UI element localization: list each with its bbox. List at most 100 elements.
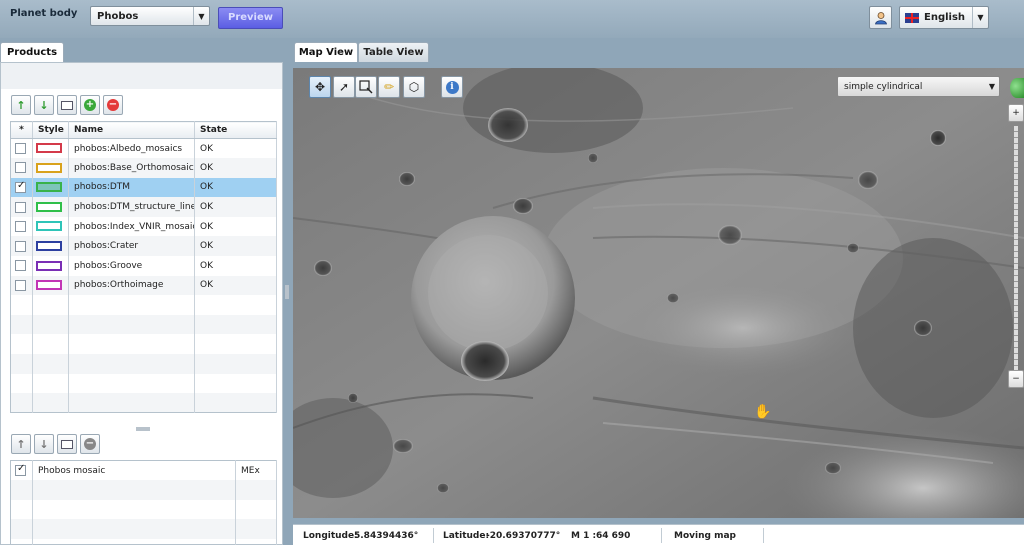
basemap-table: Phobos mosaicMEx <box>10 460 277 545</box>
zoom-track[interactable] <box>1014 126 1018 372</box>
uk-flag-icon <box>905 13 919 23</box>
planet-body-value: Phobos <box>97 11 139 22</box>
layer-style-cell <box>32 334 69 355</box>
layer-style-swatch[interactable] <box>36 280 62 291</box>
layer-style-swatch[interactable] <box>36 241 62 252</box>
zoom-box-tool-button[interactable] <box>355 76 377 98</box>
basemap-row[interactable] <box>10 538 277 545</box>
projection-select[interactable]: simple cylindrical ▼ <box>837 76 1000 97</box>
layer-state: OK <box>194 256 277 276</box>
basemap-checkbox-cell <box>10 480 33 500</box>
layer-checkbox[interactable] <box>15 162 26 174</box>
latitude-value: -20.69370777° <box>486 531 561 541</box>
add-icon: + <box>84 99 96 111</box>
layers-table-header: * Style Name State <box>10 121 277 139</box>
vertical-splitter-handle[interactable] <box>285 285 289 299</box>
layer-row[interactable] <box>10 393 277 413</box>
basemap-name: Phobos mosaic <box>32 460 236 481</box>
layer-checkbox-cell <box>10 197 33 217</box>
pan-tool-button[interactable]: ✥ <box>309 76 331 98</box>
basemap-comment-button[interactable] <box>57 434 77 454</box>
chevron-down-icon: ▼ <box>988 82 996 91</box>
layer-checkbox[interactable] <box>15 143 26 155</box>
tab-products[interactable]: Products <box>0 42 64 63</box>
layer-row[interactable]: phobos:Groove OK <box>10 256 277 276</box>
globe-icon[interactable] <box>1010 78 1024 98</box>
user-button[interactable] <box>869 6 892 29</box>
add-layer-button[interactable]: + <box>80 95 100 115</box>
basemap-checkbox-cell <box>10 538 33 545</box>
basemap-checkbox-cell <box>10 499 33 520</box>
layer-style-cell <box>32 314 69 335</box>
draw-line-tool-button[interactable]: ✏ <box>378 76 400 98</box>
layer-name <box>68 314 195 335</box>
layer-style-cell <box>32 393 69 413</box>
layer-row[interactable] <box>10 295 277 315</box>
comment-button[interactable] <box>57 95 77 115</box>
projection-value: simple cylindrical <box>844 82 923 92</box>
layer-row[interactable]: phobos:Index_VNIR_mosaics OK <box>10 216 277 237</box>
select-arrow-icon: ➚ <box>338 80 350 94</box>
layer-row[interactable]: phobos:DTM_structure_lines OK <box>10 197 277 217</box>
status-divider <box>433 528 434 543</box>
layer-checkbox[interactable] <box>15 201 26 213</box>
basemap-remove-button[interactable]: − <box>80 434 100 454</box>
basemap-row[interactable]: Phobos mosaicMEx <box>10 460 277 481</box>
basemap-row[interactable] <box>10 480 277 500</box>
layer-style-swatch[interactable] <box>36 143 62 154</box>
basemap-row[interactable] <box>10 499 277 520</box>
layer-state <box>194 295 277 315</box>
remove-layer-button[interactable]: − <box>103 95 123 115</box>
basemap-name <box>32 499 236 520</box>
layer-row[interactable] <box>10 314 277 335</box>
layer-checkbox[interactable] <box>15 180 26 193</box>
layer-row[interactable]: phobos:Orthoimage OK <box>10 275 277 296</box>
layer-style-cell <box>32 158 69 178</box>
layer-checkbox[interactable] <box>15 260 26 272</box>
move-down-button[interactable]: ↓ <box>34 95 54 115</box>
basemap-move-down-button[interactable]: ↓ <box>34 434 54 454</box>
basemap-move-up-button[interactable]: ↑ <box>11 434 31 454</box>
info-tool-button[interactable]: i <box>441 76 463 98</box>
language-select[interactable]: English ▼ <box>899 6 989 29</box>
layer-checkbox[interactable] <box>15 221 26 233</box>
basemap-checkbox-cell <box>10 460 33 481</box>
layer-row[interactable] <box>10 373 277 394</box>
layer-checkbox-cell <box>10 393 33 413</box>
layer-style-cell <box>32 197 69 217</box>
panel-splitter-handle[interactable] <box>136 427 150 431</box>
layer-row[interactable]: phobos:Base_Orthomosaics OK <box>10 158 277 178</box>
layer-name: phobos:Base_Orthomosaics <box>68 158 195 178</box>
layer-style-swatch[interactable] <box>36 162 62 173</box>
layer-style-swatch[interactable] <box>36 201 62 212</box>
basemap-checkbox[interactable] <box>15 463 26 477</box>
layer-state <box>194 393 277 413</box>
draw-polygon-tool-button[interactable]: ⬡ <box>403 76 425 98</box>
layer-checkbox[interactable] <box>15 279 26 291</box>
basemap-source <box>235 538 277 545</box>
tab-map-view[interactable]: Map View <box>294 42 358 62</box>
map-canvas[interactable] <box>293 68 1024 518</box>
layer-row[interactable] <box>10 334 277 355</box>
layer-row[interactable] <box>10 354 277 374</box>
zoom-in-button[interactable]: + <box>1008 104 1024 122</box>
basemap-row[interactable] <box>10 519 277 539</box>
layer-style-swatch[interactable] <box>36 260 62 271</box>
planet-body-select[interactable]: Phobos ▼ <box>90 6 210 26</box>
layer-checkbox[interactable] <box>15 240 26 252</box>
basemap-name <box>32 519 236 539</box>
move-up-button[interactable]: ↑ <box>11 95 31 115</box>
tab-table-view[interactable]: Table View <box>358 42 429 62</box>
select-tool-button[interactable]: ➚ <box>333 76 355 98</box>
zoom-out-button[interactable]: − <box>1008 370 1024 388</box>
layer-style-swatch[interactable] <box>36 182 62 193</box>
layer-row[interactable]: phobos:DTMOK <box>10 177 277 198</box>
preview-button[interactable]: Preview <box>218 7 283 29</box>
layer-name: phobos:Albedo_mosaics <box>68 138 195 159</box>
layer-style-swatch[interactable] <box>36 221 62 232</box>
layer-row[interactable]: phobos:Albedo_mosaics OK <box>10 138 277 159</box>
zoom-slider[interactable]: + − <box>1008 104 1024 394</box>
layer-row[interactable]: phobos:Crater OK <box>10 236 277 257</box>
layer-style-cell <box>32 177 69 198</box>
polygon-icon: ⬡ <box>408 80 420 94</box>
